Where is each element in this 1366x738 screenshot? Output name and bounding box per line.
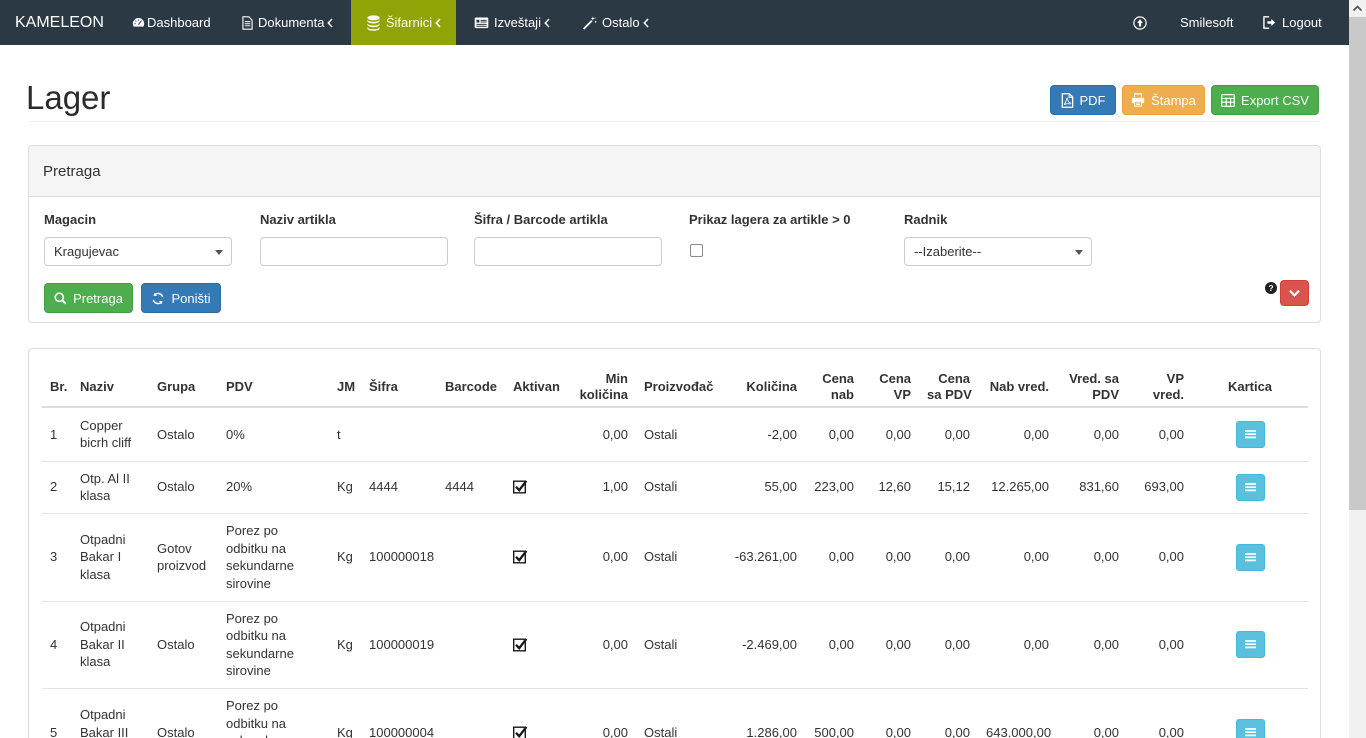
svg-text:?: ? xyxy=(1268,284,1273,293)
